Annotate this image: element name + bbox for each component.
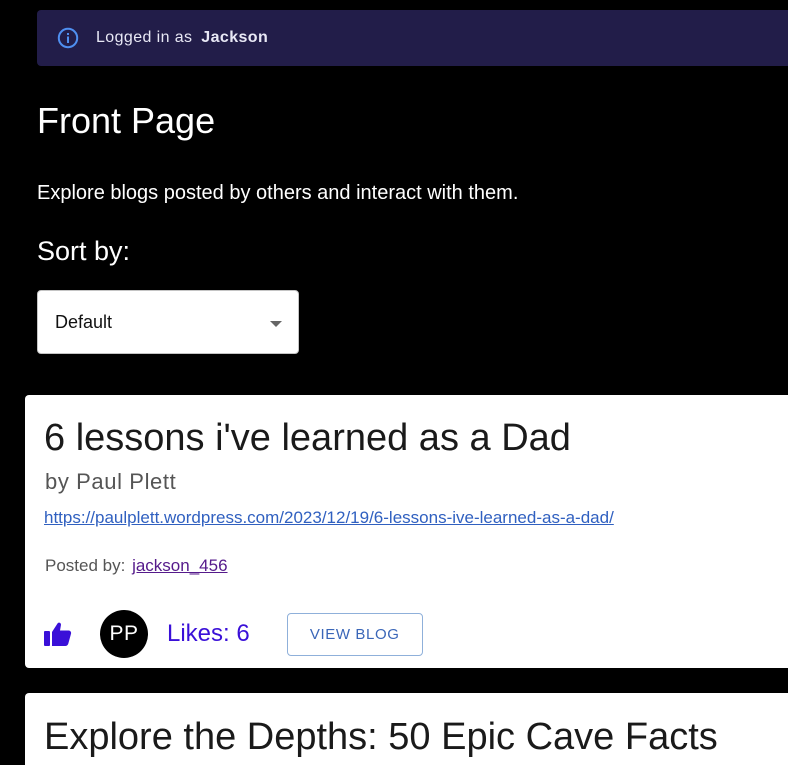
login-alert: Logged in as Jackson [37,10,788,66]
blog-title: 6 lessons i've learned as a Dad [44,417,571,459]
sort-selected-value: Default [55,311,113,332]
blog-card: 6 lessons i've learned as a Dad by Paul … [25,395,788,668]
avatar: PP [100,610,148,658]
alert-username: Jackson [201,29,269,46]
sort-label: Sort by: [37,236,131,266]
info-icon [57,27,79,49]
sort-select[interactable]: Default [37,290,299,354]
blog-card: Explore the Depths: 50 Epic Cave Facts [25,693,788,765]
thumb-up-icon[interactable] [43,619,73,649]
alert-prefix: Logged in as [96,29,193,46]
blog-author: by Paul Plett [45,469,177,494]
alert-message: Logged in as Jackson [96,29,268,47]
blog-title: Explore the Depths: 50 Epic Cave Facts [44,716,718,758]
blog-link[interactable]: https://paulplett.wordpress.com/2023/12/… [44,507,614,529]
page-title: Front Page [37,100,216,141]
page-subtitle: Explore blogs posted by others and inter… [37,182,519,204]
front-page: Logged in as Jackson Front Page Explore … [0,0,788,765]
poster-link[interactable]: jackson_456 [132,556,227,575]
blog-actions: PP Likes: 6 VIEW BLOG [43,608,423,660]
posted-by-label: Posted by: [45,556,126,575]
posted-by: Posted by: jackson_456 [45,555,228,577]
view-blog-button[interactable]: VIEW BLOG [286,612,423,656]
likes-count: Likes: 6 [167,620,250,647]
chevron-down-icon [270,321,282,327]
